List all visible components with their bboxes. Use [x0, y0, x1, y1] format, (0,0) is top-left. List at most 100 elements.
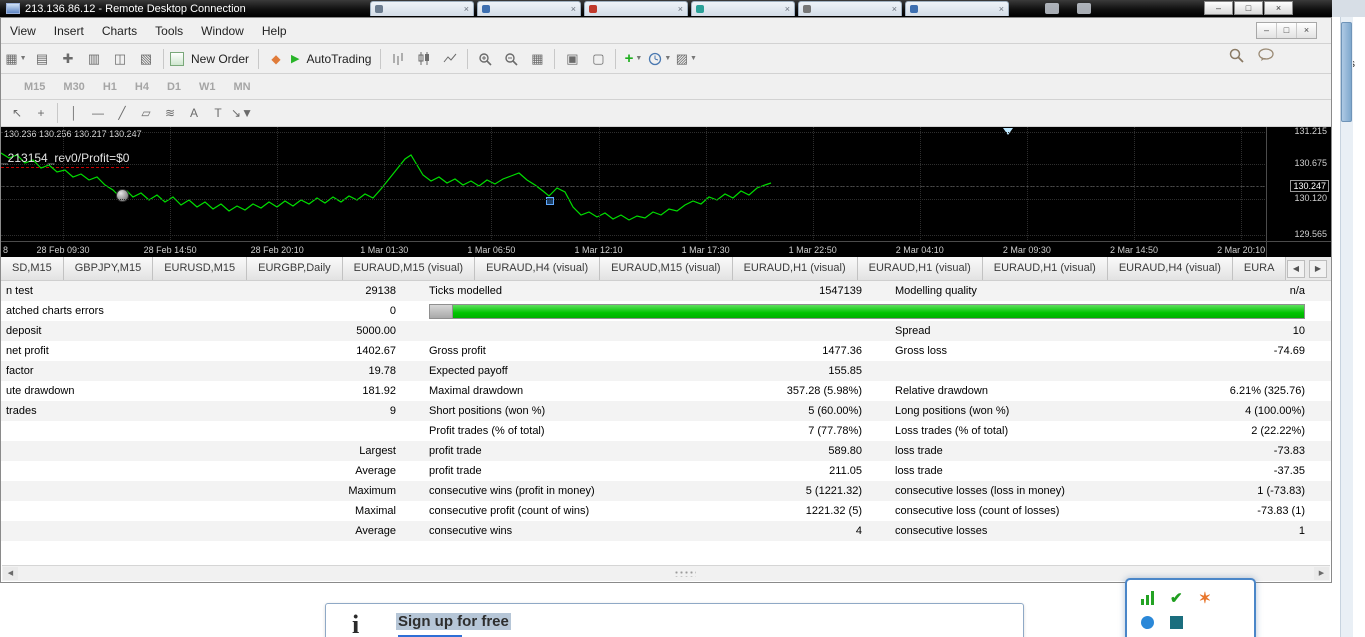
scroll-right-icon[interactable]: ▶ [1314, 567, 1329, 580]
vertical-line-button[interactable]: │ [63, 103, 85, 123]
chevron-down-icon: ▼ [690, 55, 697, 62]
chart-tab[interactable]: EURUSD,M15 [153, 257, 248, 280]
channel-button[interactable]: ▱ [135, 103, 157, 123]
chart-tab[interactable]: GBPJPY,M15 [63, 257, 154, 280]
search-icon[interactable] [1229, 48, 1244, 63]
chart-tab[interactable]: EURAUD,H1 (visual) [982, 257, 1108, 280]
browser-tab[interactable]: × [798, 1, 902, 16]
menu-item-help[interactable]: Help [253, 19, 296, 43]
zoom-out-button[interactable] [499, 47, 523, 71]
chart-tab[interactable]: EURAUD,M15 (visual) [600, 257, 733, 280]
community-widget[interactable]: ✔ ✶ [1125, 578, 1256, 637]
chart-tab[interactable]: EURAUD,H1 (visual) [732, 257, 858, 280]
timeframe-d1[interactable]: D1 [158, 75, 190, 99]
chart-tab[interactable]: EURAUD,M15 (visual) [342, 257, 476, 280]
browser-tab[interactable]: × [477, 1, 581, 16]
chart-tab[interactable]: EURAUD,H4 (visual) [1107, 257, 1233, 280]
line-chart-button[interactable] [438, 47, 462, 71]
bar-chart-button[interactable] [386, 47, 410, 71]
scroll-left-icon[interactable]: ◀ [1287, 260, 1305, 278]
report-value: 1477.36 [822, 345, 862, 357]
close-button[interactable]: × [1264, 1, 1293, 15]
tab-close-icon[interactable]: × [571, 4, 576, 14]
circle-icon[interactable] [1141, 616, 1154, 629]
fibonacci-button[interactable]: ≋ [159, 103, 181, 123]
bar-chart-icon[interactable] [1141, 591, 1154, 605]
templates-button[interactable]: ▨ ▼ [674, 47, 698, 71]
rdp-titlebar[interactable]: 213.136.86.12 - Remote Desktop Connectio… [0, 0, 1332, 17]
price-chart[interactable]: 130.236 130.256 130.217 130.247 _213154_… [1, 127, 1331, 257]
auto-arrange-button[interactable]: ▣ [560, 47, 584, 71]
mdi-restore-button[interactable]: □ [1276, 23, 1296, 38]
tab-close-icon[interactable]: × [678, 4, 683, 14]
tile-windows-button[interactable]: ▦ [525, 47, 549, 71]
browser-tab[interactable]: × [370, 1, 474, 16]
menu-item-insert[interactable]: Insert [45, 19, 93, 43]
mdi-close-button[interactable]: × [1296, 23, 1316, 38]
chart-plot-area[interactable]: 130.236 130.256 130.217 130.247 _213154_… [1, 127, 1269, 242]
chart-tab[interactable]: EURAUD,H1 (visual) [857, 257, 983, 280]
report-label: consecutive wins (profit in money) [429, 485, 595, 497]
chart-tab[interactable]: EURA [1232, 257, 1287, 280]
horizontal-line-button[interactable]: — [87, 103, 109, 123]
trendline-button[interactable]: ╱ [111, 103, 133, 123]
scroll-left-icon[interactable]: ◀ [3, 567, 18, 580]
track-chart-button[interactable]: ▢ [586, 47, 610, 71]
scrollbar-grip[interactable] [674, 570, 696, 577]
chart-tab[interactable]: EURAUD,H4 (visual) [475, 257, 601, 280]
chart-tab[interactable]: EURGBP,Daily [247, 257, 343, 280]
periods-button[interactable]: ▼ [647, 47, 672, 71]
browser-tab-strip: × × × × × × [370, 1, 1009, 16]
arrows-button[interactable]: ↘ ▼ [231, 103, 253, 123]
menu-item-charts[interactable]: Charts [93, 19, 146, 43]
timeframe-m15[interactable]: M15 [15, 75, 54, 99]
timeframe-m30[interactable]: M30 [54, 75, 93, 99]
maximize-button[interactable]: □ [1234, 1, 1263, 15]
scroll-right-icon[interactable]: ▶ [1309, 260, 1327, 278]
zoom-in-button[interactable] [473, 47, 497, 71]
browser-tab[interactable]: × [691, 1, 795, 16]
navigator-button[interactable]: ◫ [108, 47, 132, 71]
menu-item-window[interactable]: Window [192, 19, 253, 43]
timeframe-h4[interactable]: H4 [126, 75, 158, 99]
chat-icon[interactable] [1258, 48, 1275, 62]
tab-close-icon[interactable]: × [464, 4, 469, 14]
browser-tab[interactable]: × [584, 1, 688, 16]
autotrading-button[interactable]: ▶ AutoTrading [290, 47, 375, 71]
report-label: Loss trades (% of total) [895, 425, 1009, 437]
screen: 213.136.86.12 - Remote Desktop Connectio… [0, 0, 1365, 637]
new-chart-button[interactable]: ▦ ▼ [4, 47, 28, 71]
market-watch-button[interactable]: ✚ [56, 47, 80, 71]
toolbar-separator [554, 48, 556, 69]
terminal-button[interactable]: ▧ [134, 47, 158, 71]
candlestick-chart-button[interactable] [412, 47, 436, 71]
check-icon[interactable]: ✔ [1170, 589, 1183, 607]
tab-close-icon[interactable]: × [785, 4, 790, 14]
report-label: consecutive losses [895, 525, 988, 537]
minimize-button[interactable]: – [1204, 1, 1233, 15]
text-button[interactable]: A [183, 103, 205, 123]
price-scale[interactable]: 131.215 130.675 130.247 130.120 129.565 [1266, 127, 1331, 242]
cursor-button[interactable]: ↖ [6, 103, 28, 123]
timeframe-mn[interactable]: MN [225, 75, 260, 99]
expert-advisors-button[interactable]: ◆ [264, 47, 288, 71]
menu-item-view[interactable]: View [1, 19, 45, 43]
scrollbar-thumb[interactable] [1341, 22, 1352, 122]
star-icon[interactable]: ✶ [1199, 589, 1212, 607]
indicators-button[interactable]: + ▼ [621, 47, 645, 71]
menu-item-tools[interactable]: Tools [146, 19, 192, 43]
time-axis[interactable]: 8 28 Feb 09:30 28 Feb 14:50 28 Feb 20:10 1 … [1, 241, 1269, 257]
text-label-button[interactable]: T [207, 103, 229, 123]
browser-tab[interactable]: × [905, 1, 1009, 16]
square-icon[interactable] [1170, 616, 1183, 629]
chart-tab[interactable]: SD,M15 [1, 257, 64, 280]
profiles-button[interactable]: ▤ [30, 47, 54, 71]
timeframe-h1[interactable]: H1 [94, 75, 126, 99]
new-order-button[interactable]: New Order [169, 47, 253, 71]
tab-close-icon[interactable]: × [999, 4, 1004, 14]
data-window-button[interactable]: ▥ [82, 47, 106, 71]
tab-close-icon[interactable]: × [892, 4, 897, 14]
timeframe-w1[interactable]: W1 [190, 75, 225, 99]
crosshair-button[interactable]: + [30, 103, 52, 123]
mdi-minimize-button[interactable]: – [1257, 23, 1276, 38]
